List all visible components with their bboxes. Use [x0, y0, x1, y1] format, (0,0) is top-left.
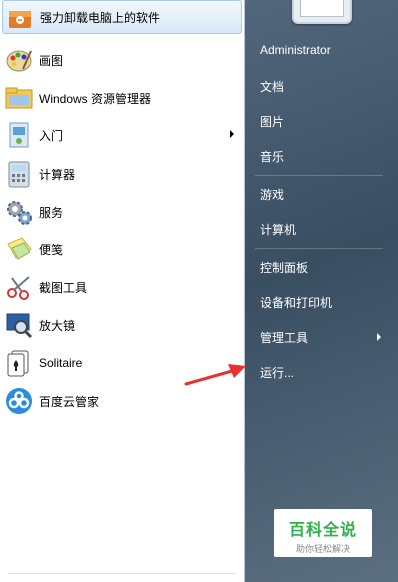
menu-computer[interactable]: 计算机 — [260, 221, 296, 238]
submenu-arrow-icon — [377, 333, 381, 341]
program-label: 计算器 — [39, 167, 76, 182]
program-sticky-notes[interactable]: 便笺 — [2, 232, 242, 266]
program-label: 画图 — [39, 53, 64, 68]
program-paint[interactable]: 画图 — [2, 43, 242, 77]
menu-run[interactable]: 运行... — [260, 364, 294, 381]
menu-pictures[interactable]: 图片 — [260, 113, 284, 130]
watermark-subtitle: 助你轻松解决 — [295, 544, 350, 554]
program-getting-started[interactable]: 入门 — [2, 118, 242, 152]
program-label: 截图工具 — [39, 280, 88, 295]
program-uninstaller[interactable]: 强力卸载电脑上的软件 — [2, 0, 242, 34]
folder-explorer-icon — [4, 83, 34, 113]
program-label: 服务 — [39, 205, 64, 220]
program-explorer[interactable]: Windows 资源管理器 — [2, 81, 242, 115]
program-snipping-tool[interactable]: 截图工具 — [2, 270, 242, 304]
program-label: 放大镜 — [39, 318, 76, 333]
cards-icon — [4, 348, 34, 378]
program-label: Windows 资源管理器 — [39, 91, 152, 106]
paint-palette-icon — [4, 45, 34, 75]
menu-divider — [255, 248, 383, 249]
program-label: 入门 — [39, 128, 64, 143]
menu-music[interactable]: 音乐 — [260, 148, 284, 165]
calculator-icon — [4, 159, 34, 189]
menu-documents[interactable]: 文档 — [260, 78, 284, 95]
program-label: 强力卸载电脑上的软件 — [40, 10, 161, 25]
submenu-arrow-icon — [230, 130, 234, 138]
program-services[interactable]: 服务 — [2, 195, 242, 229]
sticky-note-icon — [4, 234, 34, 264]
scissors-icon — [4, 272, 34, 302]
annotation-arrow-icon — [184, 364, 246, 386]
programs-divider — [8, 573, 236, 574]
menu-games[interactable]: 游戏 — [260, 186, 284, 203]
magnifier-icon — [4, 310, 34, 340]
menu-admin-tools[interactable]: 管理工具 — [260, 329, 308, 346]
uninstall-box-icon — [5, 2, 35, 32]
program-calculator[interactable]: 计算器 — [2, 157, 242, 191]
menu-devices-printers[interactable]: 设备和打印机 — [260, 294, 332, 311]
menu-control-panel[interactable]: 控制面板 — [260, 259, 308, 276]
program-label: 百度云管家 — [39, 394, 100, 409]
gears-icon — [4, 197, 34, 227]
watermark-badge: 百科全说 助你轻松解决 — [274, 509, 372, 557]
program-label: 便笺 — [39, 242, 64, 257]
menu-user-administrator[interactable]: Administrator — [260, 43, 331, 57]
watermark-title: 百科全说 — [288, 522, 357, 539]
user-avatar[interactable] — [292, 0, 352, 24]
menu-divider — [255, 175, 383, 176]
baidu-cloud-icon — [4, 386, 34, 416]
program-label: Solitaire — [39, 356, 83, 370]
getting-started-icon — [4, 120, 34, 150]
program-magnifier[interactable]: 放大镜 — [2, 308, 242, 342]
